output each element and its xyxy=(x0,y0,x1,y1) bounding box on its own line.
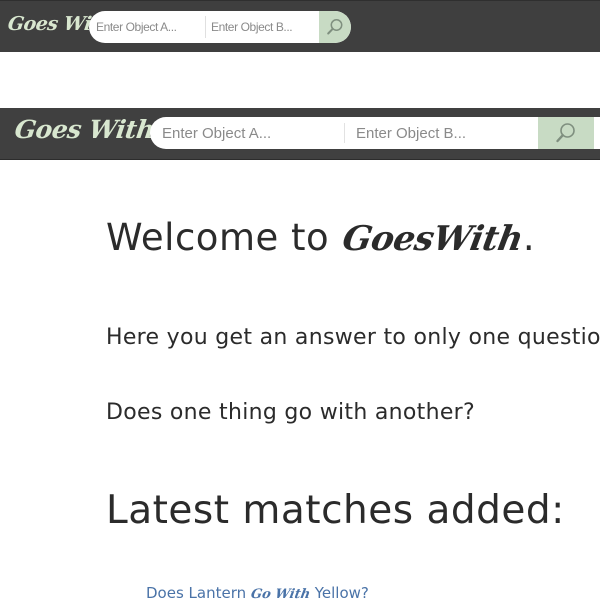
search-bar xyxy=(150,117,600,149)
logo[interactable]: Goes With xyxy=(13,115,156,144)
search-icon xyxy=(556,123,575,143)
object-b-input[interactable] xyxy=(356,117,536,149)
match-prefix: Does Lantern xyxy=(146,584,251,600)
page: Goes With Goes With xyxy=(0,0,600,600)
search-bar xyxy=(89,11,351,43)
match-suffix: Yellow? xyxy=(309,584,369,600)
search-button[interactable] xyxy=(319,11,351,43)
welcome-heading: Welcome to GoesWith. xyxy=(106,216,535,259)
question-text: Does one thing go with another? xyxy=(106,400,476,425)
object-a-input[interactable] xyxy=(162,117,342,149)
match-middle: Go With xyxy=(249,587,312,600)
welcome-prefix: Welcome to xyxy=(106,216,342,259)
latest-match-link[interactable]: Does Lantern Go With Yellow? xyxy=(146,584,369,600)
object-a-input[interactable] xyxy=(96,11,196,43)
brand-name: GoesWith xyxy=(339,219,527,259)
main-header: Goes With xyxy=(0,108,600,160)
intro-text: Here you get an answer to only one quest… xyxy=(106,325,600,350)
top-header-compact: Goes With xyxy=(0,0,600,52)
search-divider xyxy=(205,16,206,38)
latest-matches-heading: Latest matches added: xyxy=(106,488,565,533)
search-icon xyxy=(327,19,343,35)
object-b-input[interactable] xyxy=(211,11,311,43)
search-button[interactable] xyxy=(538,117,594,149)
search-divider xyxy=(344,123,345,143)
